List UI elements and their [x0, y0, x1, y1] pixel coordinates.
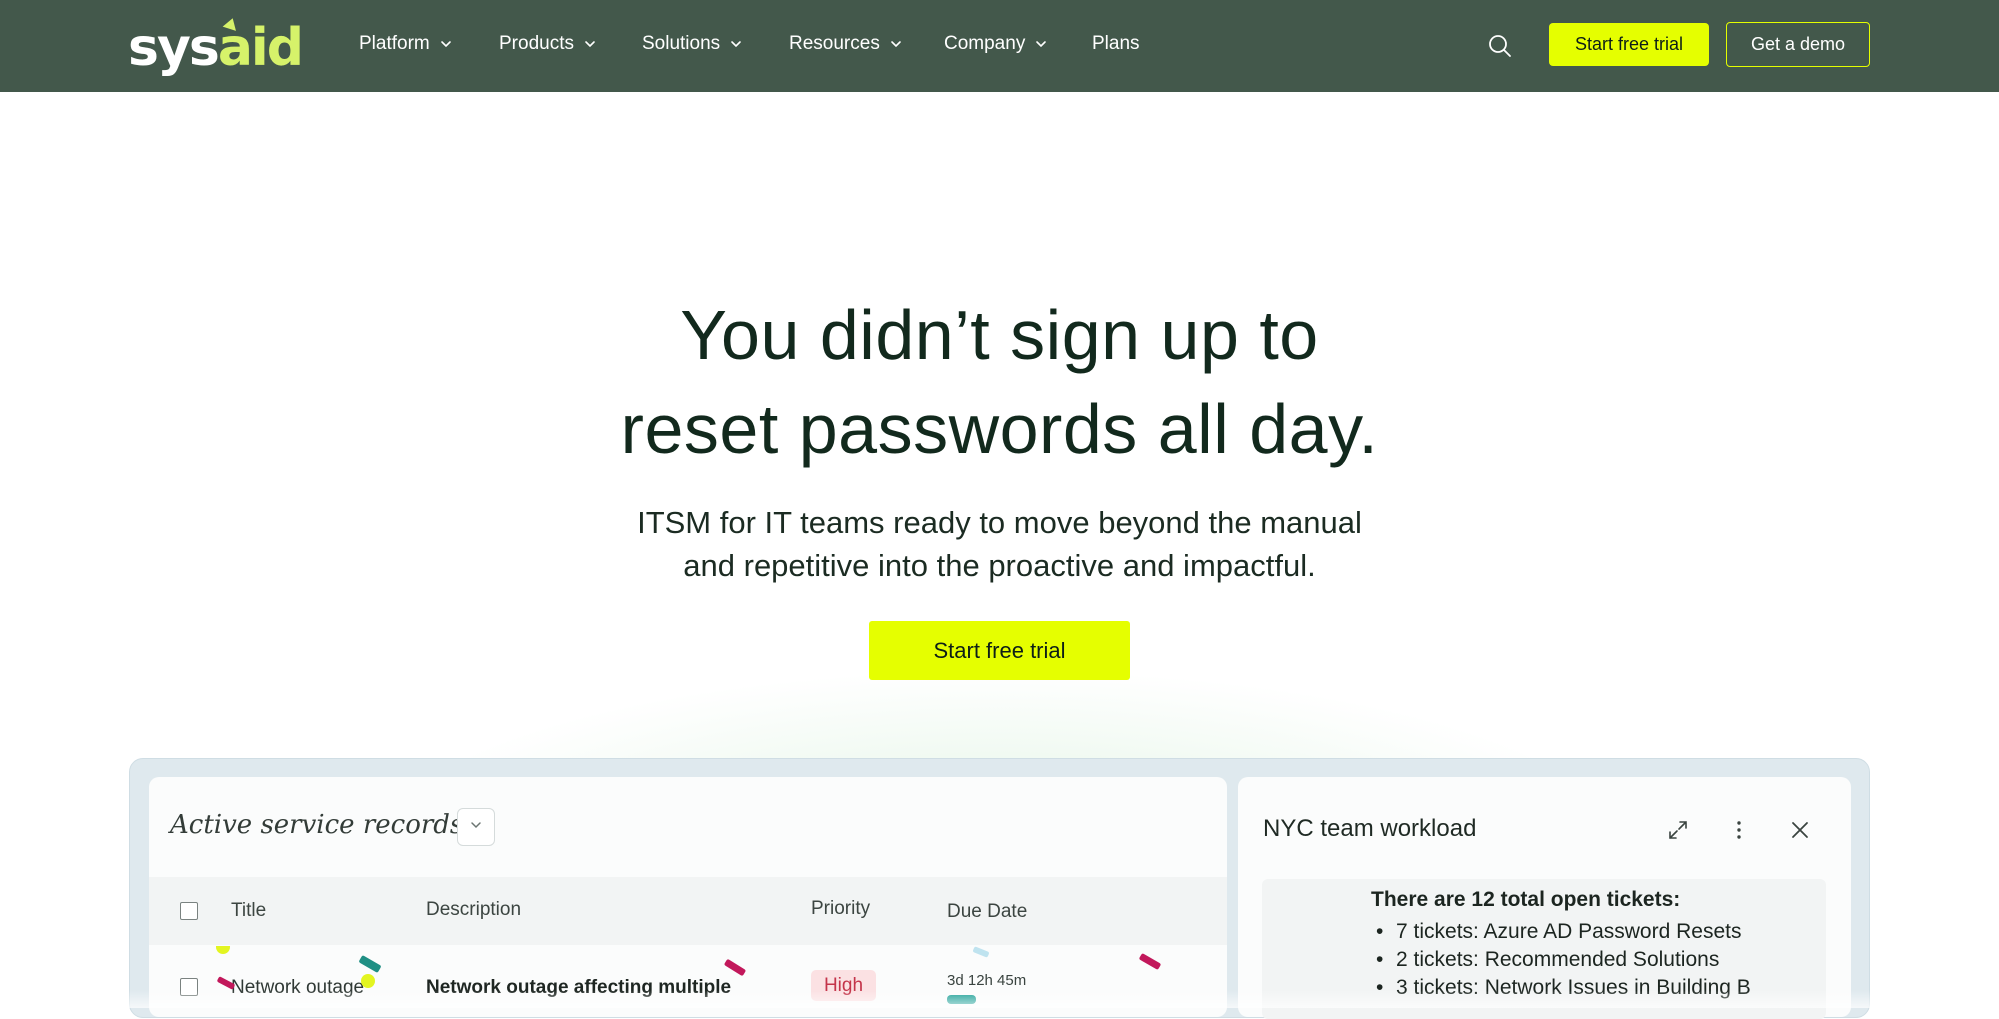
- hero-subtitle-line-1: ITSM for IT teams ready to move beyond t…: [637, 505, 1362, 540]
- hero-title: You didn’t sign up to reset passwords al…: [0, 288, 1999, 476]
- select-all-checkbox[interactable]: [180, 902, 198, 920]
- nav-item-platform[interactable]: Platform: [359, 33, 452, 55]
- expand-icon[interactable]: [1664, 816, 1692, 844]
- nav-label-products: Products: [499, 33, 574, 54]
- nav-label-company: Company: [944, 33, 1026, 54]
- column-header-priority[interactable]: Priority: [811, 898, 870, 920]
- nav-label-solutions: Solutions: [642, 33, 721, 54]
- nav-item-plans[interactable]: Plans: [1092, 33, 1140, 55]
- close-icon[interactable]: [1786, 816, 1814, 844]
- nav-item-company[interactable]: Company: [944, 33, 1047, 55]
- hero-start-free-trial-button[interactable]: Start free trial: [869, 621, 1130, 680]
- nav-label-resources: Resources: [789, 33, 880, 54]
- chevron-down-icon: [440, 38, 452, 50]
- nav-item-resources[interactable]: Resources: [789, 33, 902, 55]
- search-icon[interactable]: [1487, 33, 1513, 59]
- confetti-decoration: [361, 974, 375, 988]
- get-a-demo-button[interactable]: Get a demo: [1726, 22, 1870, 67]
- logo-text-main: sys: [128, 18, 220, 78]
- list-item: • 2 tickets: Recommended Solutions: [1376, 948, 1720, 971]
- list-item: • 7 tickets: Azure AD Password Resets: [1376, 920, 1742, 943]
- nav-item-solutions[interactable]: Solutions: [642, 33, 742, 55]
- top-navigation-bar: sys aid Platform Products Solutions Resou…: [0, 0, 1999, 92]
- records-panel-title: Active service records: [170, 810, 464, 840]
- ticket-summary-item: 7 tickets: Azure AD Password Resets: [1396, 920, 1742, 943]
- chevron-down-icon: [1035, 38, 1047, 50]
- hero-title-line-1: You didn’t sign up to: [680, 296, 1319, 374]
- chevron-down-icon: [890, 38, 902, 50]
- nav-label-plans: Plans: [1092, 33, 1140, 54]
- column-header-due-date[interactable]: Due Date: [947, 901, 1027, 923]
- workload-summary-text: There are 12 total open tickets:: [1371, 888, 1681, 911]
- chevron-down-icon: [730, 38, 742, 50]
- column-header-description[interactable]: Description: [426, 899, 521, 921]
- chevron-down-icon: [584, 38, 596, 50]
- sysaid-logo[interactable]: sys aid: [128, 14, 304, 78]
- row-due-countdown: 3d 12h 45m: [947, 972, 1027, 989]
- nav-label-platform: Platform: [359, 33, 430, 54]
- hero-title-line-2: reset passwords all day.: [620, 390, 1379, 468]
- nav-item-products[interactable]: Products: [499, 33, 596, 55]
- bottom-fade-overlay: [0, 990, 1999, 1008]
- start-free-trial-button[interactable]: Start free trial: [1549, 23, 1709, 66]
- hero-subtitle: ITSM for IT teams ready to move beyond t…: [0, 501, 1999, 587]
- column-header-title[interactable]: Title: [231, 900, 266, 922]
- logo-text-accent: aid: [218, 16, 304, 74]
- workload-panel-title: NYC team workload: [1263, 815, 1477, 842]
- records-table-header: [149, 877, 1227, 945]
- chevron-down-icon: [469, 818, 483, 837]
- more-options-icon[interactable]: [1725, 816, 1753, 844]
- ticket-summary-item: 2 tickets: Recommended Solutions: [1396, 948, 1720, 971]
- hero-subtitle-line-2: and repetitive into the proactive and im…: [683, 548, 1316, 583]
- records-view-dropdown[interactable]: [457, 808, 495, 846]
